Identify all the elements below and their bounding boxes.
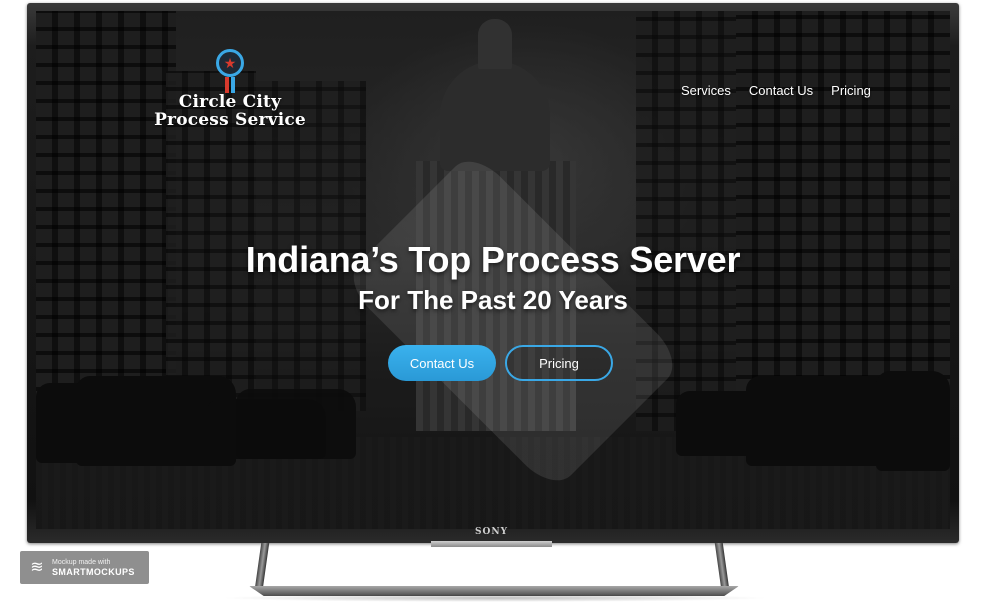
tv-shadow xyxy=(220,594,770,602)
contact-us-button[interactable]: Contact Us xyxy=(388,345,496,381)
site-logo[interactable]: ★ Circle City Process Service xyxy=(150,49,310,129)
hero-title: Indiana’s Top Process Server xyxy=(245,239,741,280)
watermark-brand-text: SMARTMOCKUPS xyxy=(52,566,135,577)
nav-contact-us[interactable]: Contact Us xyxy=(749,83,813,98)
website-screen: ★ Circle City Process Service Services C… xyxy=(36,11,950,529)
tv-brand-logo: SONY xyxy=(475,527,508,537)
logo-line-1: Circle City xyxy=(178,92,282,112)
watermark-small-text: Mockup made with xyxy=(52,558,111,566)
pricing-button[interactable]: Pricing xyxy=(505,345,613,381)
nav-pricing[interactable]: Pricing xyxy=(831,83,871,98)
star-icon: ★ xyxy=(223,55,237,71)
layers-icon: ≋ xyxy=(30,558,44,576)
tv-stand-leg-right xyxy=(714,543,730,589)
logo-line-2: Process Service xyxy=(154,110,306,130)
hero-subtitle: For The Past 20 Years xyxy=(358,285,628,315)
ribbon-icon xyxy=(225,77,235,93)
nav-services[interactable]: Services xyxy=(681,83,731,98)
medal-icon: ★ xyxy=(216,49,244,77)
tv-stand-leg-left xyxy=(254,543,270,589)
smartmockups-badge: ≋ Mockup made with SMARTMOCKUPS xyxy=(20,551,149,584)
main-nav: Services Contact Us Pricing xyxy=(681,83,871,98)
tv-brand-plate xyxy=(431,541,552,547)
